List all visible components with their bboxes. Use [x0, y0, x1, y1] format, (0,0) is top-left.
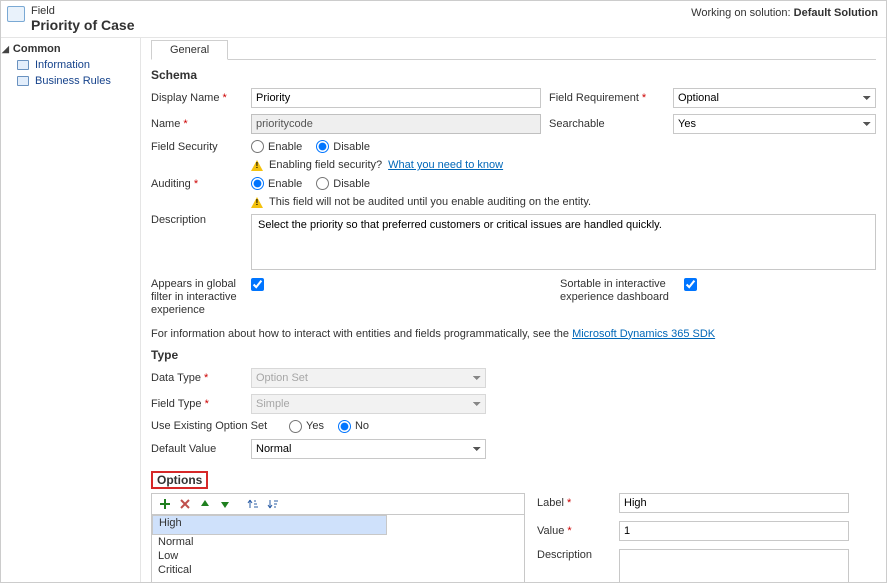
- title-bar: Field Priority of Case Working on soluti…: [1, 1, 886, 38]
- name-label: Name: [151, 118, 243, 130]
- data-type-label: Data Type: [151, 372, 243, 384]
- list-item[interactable]: Critical: [152, 563, 524, 577]
- sidebar-item-information[interactable]: Information: [1, 57, 140, 73]
- sdk-note-text: For information about how to interact wi…: [151, 328, 569, 340]
- page-title: Priority of Case: [31, 17, 134, 33]
- sortable-label: Sortable in interactive experience dashb…: [560, 278, 676, 304]
- option-value-label: Value: [537, 525, 611, 537]
- field-security-learn-link[interactable]: What you need to know: [388, 159, 503, 171]
- sortable-checkbox[interactable]: [684, 278, 697, 291]
- list-item[interactable]: High: [152, 515, 387, 535]
- sdk-link[interactable]: Microsoft Dynamics 365 SDK: [572, 328, 715, 340]
- field-security-enable[interactable]: Enable: [251, 140, 302, 153]
- delete-option-button[interactable]: [176, 496, 194, 512]
- page-icon: [17, 76, 29, 86]
- options-heading-highlight: Options: [151, 471, 208, 489]
- option-value-input[interactable]: [619, 521, 849, 541]
- list-item[interactable]: Normal: [152, 535, 524, 549]
- appears-filter-checkbox[interactable]: [251, 278, 264, 291]
- appears-filter-label: Appears in global filter in interactive …: [151, 278, 243, 318]
- option-description-label: Description: [537, 549, 611, 561]
- sidebar-heading: Common: [13, 43, 61, 55]
- move-up-button[interactable]: [196, 496, 214, 512]
- page-icon: [17, 60, 29, 70]
- section-schema: Schema: [151, 68, 876, 82]
- description-textarea[interactable]: Select the priority so that preferred cu…: [251, 214, 876, 270]
- display-name-label: Display Name: [151, 92, 243, 104]
- entity-type-label: Field: [31, 5, 134, 17]
- sidebar-section-common[interactable]: ◢ Common: [1, 42, 140, 57]
- option-label-label: Label: [537, 497, 611, 509]
- data-type-select: Option Set: [251, 368, 486, 388]
- default-value-label: Default Value: [151, 443, 243, 455]
- move-down-button[interactable]: [216, 496, 234, 512]
- auditing-label: Auditing: [151, 178, 243, 190]
- description-label: Description: [151, 214, 243, 226]
- section-type: Type: [151, 348, 876, 362]
- solution-name: Default Solution: [794, 7, 878, 19]
- default-value-select[interactable]: Normal: [251, 439, 486, 459]
- field-requirement-label: Field Requirement: [549, 92, 665, 104]
- auditing-warning: This field will not be audited until you…: [251, 196, 876, 208]
- sidebar-item-business-rules[interactable]: Business Rules: [1, 73, 140, 89]
- caret-down-icon: ◢: [2, 44, 9, 55]
- tab-general[interactable]: General: [151, 40, 228, 60]
- sort-desc-button[interactable]: [264, 496, 282, 512]
- auditing-disable[interactable]: Disable: [316, 177, 370, 190]
- add-option-button[interactable]: [156, 496, 174, 512]
- field-type-label: Field Type: [151, 398, 243, 410]
- field-type-select: Simple: [251, 394, 486, 414]
- field-security-disable[interactable]: Disable: [316, 140, 370, 153]
- field-requirement-select[interactable]: Optional: [673, 88, 876, 108]
- option-description-textarea[interactable]: [619, 549, 849, 582]
- warning-icon: [251, 160, 263, 171]
- searchable-select[interactable]: Yes: [673, 114, 876, 134]
- warning-icon: [251, 197, 263, 208]
- use-existing-no[interactable]: No: [338, 420, 369, 433]
- solution-label: Working on solution:: [691, 7, 790, 19]
- field-security-label: Field Security: [151, 141, 243, 153]
- auditing-enable[interactable]: Enable: [251, 177, 302, 190]
- section-options: Options: [157, 473, 202, 487]
- use-existing-yes[interactable]: Yes: [289, 420, 324, 433]
- warning-text: This field will not be audited until you…: [269, 196, 591, 208]
- option-label-input[interactable]: [619, 493, 849, 513]
- display-name-input[interactable]: [251, 88, 541, 108]
- tab-strip: General: [151, 40, 876, 60]
- list-item[interactable]: Low: [152, 549, 524, 563]
- sidebar: ◢ Common Information Business Rules: [1, 38, 141, 582]
- options-listbox[interactable]: HighNormalLowCritical: [151, 514, 525, 582]
- options-toolbar: [151, 493, 525, 514]
- field-icon: [7, 6, 25, 22]
- searchable-label: Searchable: [549, 118, 665, 130]
- sort-asc-button[interactable]: [244, 496, 262, 512]
- name-input: [251, 114, 541, 134]
- sidebar-item-label: Information: [35, 59, 90, 71]
- use-existing-label: Use Existing Option Set: [151, 420, 281, 432]
- sidebar-item-label: Business Rules: [35, 75, 111, 87]
- warning-text: Enabling field security?: [269, 159, 382, 171]
- field-security-warning: Enabling field security? What you need t…: [251, 159, 876, 171]
